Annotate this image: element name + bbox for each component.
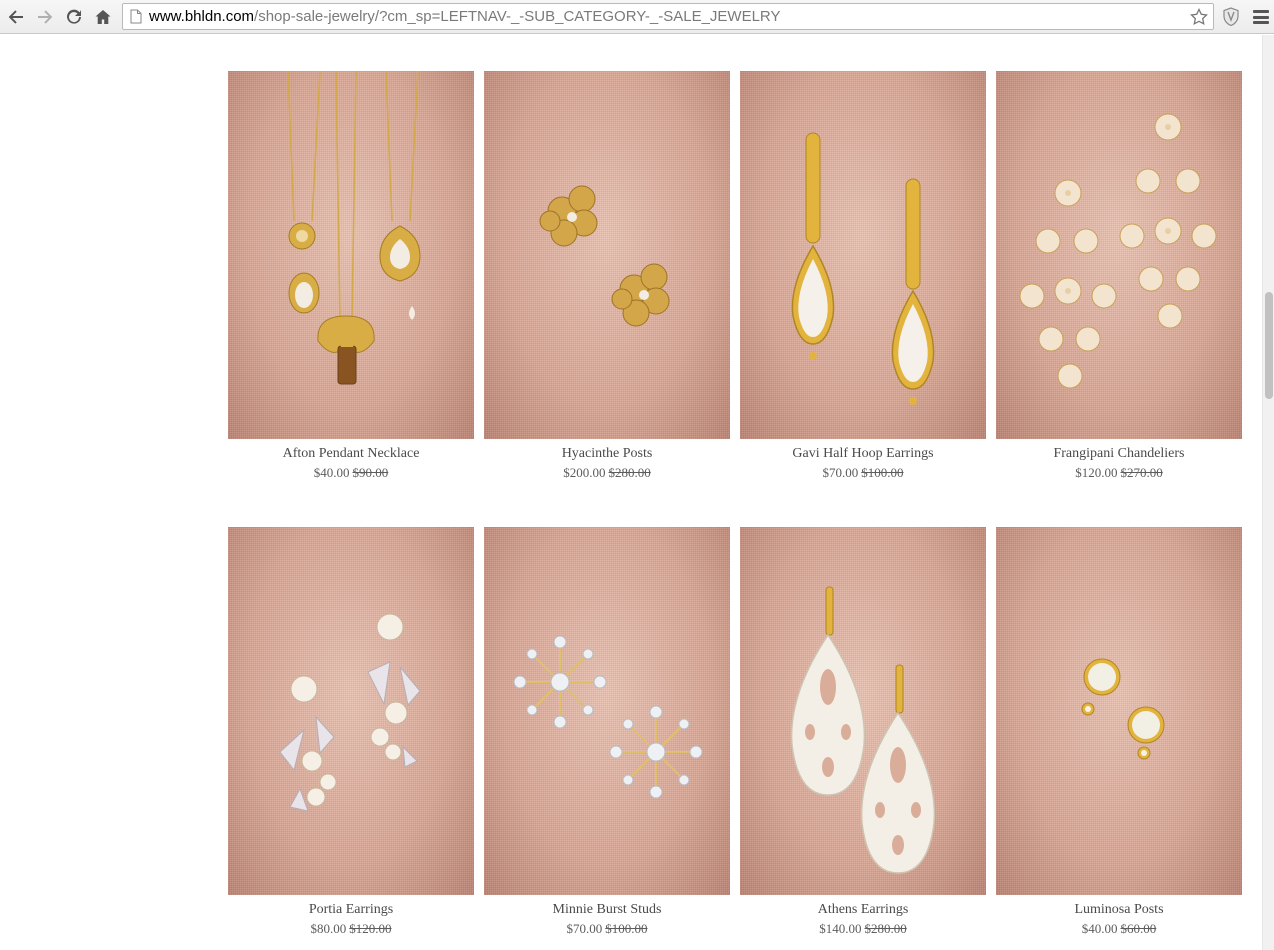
product-image[interactable]: [484, 527, 730, 895]
browser-toolbar: www.bhldn.com/shop-sale-jewelry/?cm_sp=L…: [0, 0, 1274, 34]
product-price: $140.00 $280.00: [819, 921, 907, 937]
original-price: $100.00: [861, 465, 904, 480]
original-price: $120.00: [349, 921, 392, 936]
original-price: $60.00: [1120, 921, 1157, 936]
original-price: $100.00: [605, 921, 648, 936]
product-image[interactable]: [484, 71, 730, 439]
product-name[interactable]: Hyacinthe Posts: [562, 446, 653, 462]
bookmark-star-icon[interactable]: [1190, 8, 1208, 26]
product-image[interactable]: [228, 71, 474, 439]
product-name[interactable]: Minnie Burst Studs: [553, 902, 662, 918]
product-price: $70.00 $100.00: [823, 465, 904, 481]
product-grid: Afton Pendant Necklace $40.00 $90.00 Hyac…: [228, 71, 1242, 950]
sale-price: $80.00: [310, 921, 347, 936]
product-name[interactable]: Luminosa Posts: [1074, 902, 1163, 918]
scrollbar-thumb[interactable]: [1265, 292, 1273, 399]
product-price: $70.00 $100.00: [567, 921, 648, 937]
product-card: Minnie Burst Studs $70.00 $100.00: [484, 527, 730, 950]
back-icon[interactable]: [3, 4, 29, 30]
extension-shield-icon[interactable]: [1221, 6, 1241, 28]
sale-price: $120.00: [1075, 465, 1118, 480]
product-card: Portia Earrings $80.00 $120.00: [228, 527, 474, 950]
address-url: www.bhldn.com/shop-sale-jewelry/?cm_sp=L…: [149, 8, 781, 25]
reload-icon[interactable]: [61, 4, 87, 30]
product-name[interactable]: Frangipani Chandeliers: [1053, 446, 1184, 462]
product-price: $80.00 $120.00: [311, 921, 392, 937]
necklace-illustration: [287, 71, 421, 385]
sale-price: $40.00: [1081, 921, 1118, 936]
page-content: Afton Pendant Necklace $40.00 $90.00 Hyac…: [0, 35, 1262, 950]
original-price: $280.00: [608, 465, 651, 480]
product-image[interactable]: [996, 527, 1242, 895]
product-card: Luminosa Posts $40.00 $60.00: [996, 527, 1242, 950]
sale-price: $70.00: [566, 921, 603, 936]
page-icon: [129, 9, 143, 25]
sale-price: $70.00: [822, 465, 859, 480]
home-icon[interactable]: [90, 4, 116, 30]
earring-illustration: [791, 132, 935, 405]
vertical-scrollbar[interactable]: [1262, 35, 1274, 950]
product-card: Hyacinthe Posts $200.00 $280.00: [484, 71, 730, 527]
product-image[interactable]: [740, 71, 986, 439]
product-card: Afton Pendant Necklace $40.00 $90.00: [228, 71, 474, 527]
address-bar[interactable]: www.bhldn.com/shop-sale-jewelry/?cm_sp=L…: [122, 3, 1214, 30]
product-price: $40.00 $90.00: [314, 465, 389, 481]
product-card: Athens Earrings $140.00 $280.00: [740, 527, 986, 950]
product-name[interactable]: Portia Earrings: [309, 902, 393, 918]
product-image[interactable]: [228, 527, 474, 895]
product-card: Frangipani Chandeliers $120.00 $270.00: [996, 71, 1242, 527]
earring-illustration: [1081, 658, 1165, 760]
sale-price: $140.00: [819, 921, 862, 936]
product-name[interactable]: Afton Pendant Necklace: [283, 446, 420, 462]
product-card: Gavi Half Hoop Earrings $70.00 $100.00: [740, 71, 986, 527]
earring-illustration: [539, 185, 670, 327]
product-price: $40.00 $60.00: [1082, 921, 1157, 937]
original-price: $90.00: [352, 465, 389, 480]
sale-price: $40.00: [313, 465, 350, 480]
original-price: $270.00: [1120, 465, 1163, 480]
earring-illustration: [1019, 113, 1217, 389]
original-price: $280.00: [864, 921, 907, 936]
chrome-menu-icon[interactable]: [1252, 8, 1270, 26]
product-image[interactable]: [996, 71, 1242, 439]
sale-price: $200.00: [563, 465, 606, 480]
product-name[interactable]: Athens Earrings: [818, 902, 909, 918]
product-price: $200.00 $280.00: [563, 465, 651, 481]
earring-illustration: [790, 586, 936, 874]
product-name[interactable]: Gavi Half Hoop Earrings: [792, 446, 933, 462]
earring-illustration: [279, 613, 421, 812]
product-image[interactable]: [740, 527, 986, 895]
product-price: $120.00 $270.00: [1075, 465, 1163, 481]
forward-icon[interactable]: [32, 4, 58, 30]
earring-illustration: [513, 635, 703, 799]
